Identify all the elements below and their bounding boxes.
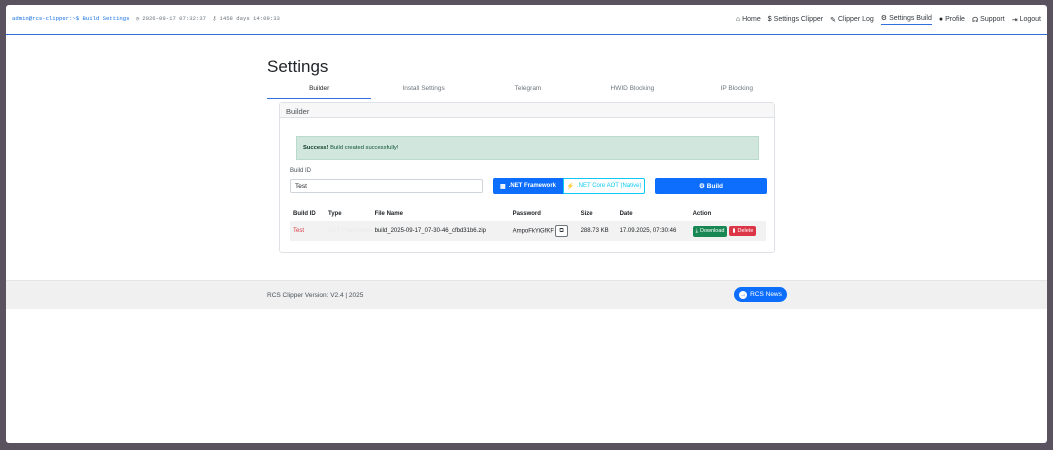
terminal-breadcrumb: admin@rcs-clipper:~$ Build Settings ◷ 202… [12,15,280,22]
home-icon: ⌂ [735,16,741,23]
pen-icon: ✎ [830,16,836,24]
nav-logout-label: Logout [1019,16,1041,23]
download-label: Download [700,228,725,234]
rcs-news-button[interactable]: → RCS News [734,287,787,302]
shell-prompt: admin@rcs-clipper:~$ [12,15,80,22]
current-time: 2026-09-17 07:32:37 [142,15,207,22]
build-id-input[interactable] [290,179,483,193]
row-password: AmpoFkYiGfKF [512,228,555,235]
trash-icon: ▮ [732,227,736,234]
nav-profile-label: Profile [945,16,965,23]
row-password-cell: AmpoFkYiGfKF ⧉ [509,221,578,241]
build-id-label: Build ID [290,168,312,174]
tab-builder[interactable]: Builder [267,81,372,99]
nav-settings-clipper-label: Settings Clipper [773,16,824,23]
nav-support-label: Support [980,16,1005,23]
builder-card: Builder Success! Build created successfu… [279,102,775,253]
tab-ip-blocking[interactable]: IP Blocking [685,81,789,99]
settings-tabs: Builder Install Settings Telegram HWID B… [267,81,789,99]
gear-icon: ⚙ [698,183,705,190]
page-name: Build Settings [82,15,130,22]
uptime-value: 1458 days 14:09:33 [219,15,280,22]
table-row: Test NET Framework build_2025-09-17_07-3… [290,221,766,241]
download-icon: ⤓ [695,227,698,234]
col-size: Size [580,211,593,217]
dollar-icon: $ [767,16,772,23]
alert-strong: Success! [303,145,329,151]
nav-home[interactable]: ⌂ Home [736,14,761,25]
nav-logout[interactable]: ⇥ Logout [1012,14,1041,25]
success-alert: Success! Build created successfully! [296,136,759,160]
net-aot-button[interactable]: ⚡ .NET Core AOT (Native) [563,178,645,194]
windows-icon: ▦ [499,183,506,190]
delete-label: Delete [737,227,754,234]
clock-icon: ◷ [135,15,140,22]
col-password: Password [512,211,541,217]
nav-support[interactable]: ☊ Support [972,14,1005,25]
nav-clipper-log[interactable]: ✎ Clipper Log [830,14,874,25]
col-type: Type [328,211,342,217]
row-file-name: build_2025-09-17_07-30-46_cfbd31b6.zip [371,221,510,241]
copy-icon[interactable]: ⧉ [555,225,569,237]
row-size: 288.73 KB [577,221,617,241]
nav-profile[interactable]: ● Profile [939,14,965,25]
nav-settings-build[interactable]: ⚙ Settings Build [880,14,932,25]
row-build-id: Test [290,221,325,241]
col-action: Action [692,211,712,217]
main-nav: ⌂ Home $ Settings Clipper ✎ Clipper Log ⚙ Se… [736,14,1041,25]
gear-icon: ⚙ [880,15,888,22]
table-header-row: Build ID Type File Name Password Size Da… [290,207,766,221]
row-type: NET Framework [325,221,372,241]
row-date: 17.09.2025, 07:30:46 [616,221,690,241]
app-window: admin@rcs-clipper:~$ Build Settings ◷ 202… [6,5,1047,443]
builder-card-header: Builder [280,103,774,118]
tab-telegram[interactable]: Telegram [476,81,580,99]
col-build-id: Build ID [293,211,316,217]
delete-button[interactable]: ▮ Delete [729,225,757,236]
tab-hwid-blocking[interactable]: HWID Blocking [580,81,684,99]
version-text: RCS Clipper Version: V2.4 | 2025 [267,292,364,299]
row-actions: ⤓ Download ▮ Delete [689,221,766,241]
footer: RCS Clipper Version: V2.4 | 2025 → RCS N… [6,280,1047,309]
download-button[interactable]: ⤓ Download [692,225,728,237]
top-navbar: admin@rcs-clipper:~$ Build Settings ◷ 202… [6,5,1047,35]
nav-settings-build-label: Settings Build [889,14,932,22]
nav-clipper-log-label: Clipper Log [837,16,874,23]
headset-icon: ☊ [971,16,979,24]
net-framework-label: .NET Framework [508,183,557,189]
nav-settings-clipper[interactable]: $ Settings Clipper [768,14,823,25]
rcs-news-label: RCS News [750,291,782,298]
logout-icon: ⇥ [1011,16,1018,24]
lightning-icon: ⚡ [566,183,574,190]
col-file-name: File Name [374,211,403,217]
tab-install-settings[interactable]: Install Settings [371,81,475,99]
alert-text: Build created successfully! [330,145,399,151]
col-date: Date [619,211,633,217]
net-aot-label: .NET Core AOT (Native) [577,183,642,189]
build-button-label: Build [706,182,724,190]
builds-table: Build ID Type File Name Password Size Da… [290,207,766,241]
nav-home-label: Home [742,16,761,23]
user-icon: ● [938,16,944,23]
net-framework-button[interactable]: ▦ .NET Framework [493,178,563,194]
build-button[interactable]: ⚙ Build [655,178,767,194]
key-icon: ⚷ [212,15,217,22]
news-icon: → [739,290,748,299]
page-title: Settings [267,57,329,76]
